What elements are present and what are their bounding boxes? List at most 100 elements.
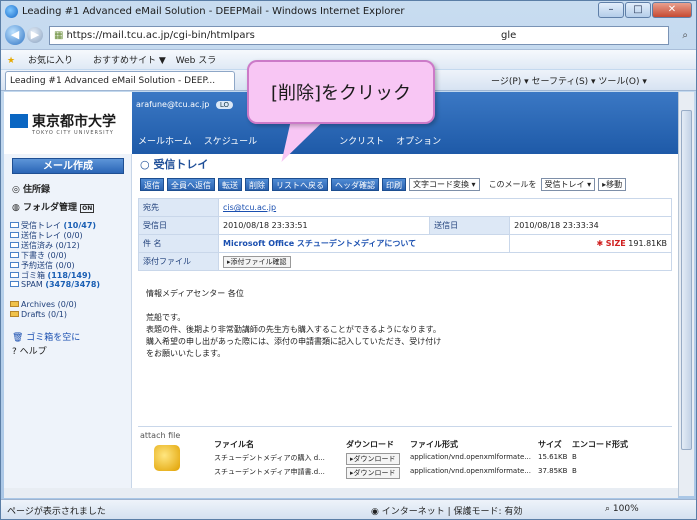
page-viewport: 東京都市大学 TOKYO CITY UNIVERSITY arafune@tcu… xyxy=(4,92,678,496)
reply-all-button[interactable]: 全員へ返信 xyxy=(167,178,215,191)
message-toolbar: 返信 全員へ返信 転送 削除 リストへ戻る ヘッダ確認 印刷 文字コード変換 ▾… xyxy=(140,178,629,191)
folder-manage-link[interactable]: ◍ フォルダ管理 ON xyxy=(12,200,95,213)
reply-button[interactable]: 返信 xyxy=(140,178,164,191)
size-value: 191.81KB xyxy=(628,239,667,248)
empty-trash-link[interactable]: 🗑 ゴミ箱を空に xyxy=(12,330,80,343)
view-attachments-button[interactable]: ▸添付ファイル確認 xyxy=(223,255,291,268)
received-label: 受信日 xyxy=(138,216,219,235)
sent-label: 送信日 xyxy=(429,216,511,235)
address-bar[interactable]: ▦ https://mail.tcu.ac.jp/cgi-bin/htmlpar… xyxy=(49,25,688,45)
menu-schedule[interactable]: スケジュール xyxy=(204,134,257,147)
attachment-row: スチューデントメディア申請書.d... ▸ダウンロード application/… xyxy=(214,467,632,479)
title-bar: Leading #1 Advanced eMail Solution - DEE… xyxy=(1,1,696,21)
recommended-sites[interactable]: おすすめサイト ▼ xyxy=(93,53,166,66)
url-text: https://mail.tcu.ac.jp/cgi-bin/htmlpars xyxy=(66,29,255,41)
compose-button[interactable]: メール作成 xyxy=(12,158,124,174)
sidebar: メール作成 ◎ 住所録 ◍ フォルダ管理 ON 受信トレイ (10/47) 送信… xyxy=(4,154,132,496)
subject-label: 件 名 xyxy=(138,234,219,253)
message-header-table: 宛先 cis@tcu.ac.jp 受信日 2010/08/18 23:33:51… xyxy=(138,198,672,271)
university-sub: TOKYO CITY UNIVERSITY xyxy=(32,130,114,136)
attachment-header-row: ファイル名 ダウンロード ファイル形式 サイズ エンコード形式 xyxy=(214,439,632,450)
received-value: 2010/08/18 23:33:51 xyxy=(217,216,431,235)
favorites-button[interactable]: ★ お気に入り xyxy=(7,53,83,66)
help-link[interactable]: ? ヘルプ xyxy=(12,344,47,357)
subject-value: Microsoft Office スチューデントメディアについて xyxy=(223,239,417,248)
size-icon: ✱ xyxy=(596,239,604,248)
window-title: Leading #1 Advanced eMail Solution - DEE… xyxy=(22,5,405,17)
download-button[interactable]: ▸ダウンロード xyxy=(346,453,400,465)
security-zone: ◉ インターネット | 保護モード: 有効 xyxy=(371,507,523,517)
attachment-type: application/vnd.openxmlformate... xyxy=(410,467,531,475)
zoom-level[interactable]: ⌕ 100% xyxy=(605,504,639,514)
delete-button[interactable]: 削除 xyxy=(245,178,269,191)
size-label: SIZE xyxy=(605,239,626,248)
col-encoding: エンコード形式 xyxy=(572,440,628,449)
back-to-list-button[interactable]: リストへ戻る xyxy=(272,178,328,191)
col-size: サイズ xyxy=(538,440,562,449)
browser-tab[interactable]: Leading #1 Advanced eMail Solution - DEE… xyxy=(5,70,235,90)
move-folder-select[interactable]: 受信トレイ ▾ xyxy=(540,178,596,191)
header-view-button[interactable]: ヘッダ確認 xyxy=(331,178,379,191)
attachment-name: スチューデントメディア申請書.d... xyxy=(214,468,325,476)
status-bar: ページが表示されました ◉ インターネット | 保護モード: 有効 ⌕ 100% xyxy=(1,499,696,519)
attachment-size: 15.61KB xyxy=(538,453,568,461)
status-text: ページが表示されました xyxy=(7,507,106,517)
horizontal-scrollbar[interactable] xyxy=(4,488,678,498)
folder-spam[interactable]: SPAM (3478/3478) xyxy=(10,280,100,289)
col-filename: ファイル名 xyxy=(214,440,254,449)
attachment-encoding: B xyxy=(572,453,577,461)
globe-icon: ◉ xyxy=(371,507,379,517)
to-label: 宛先 xyxy=(138,198,219,217)
attachment-box-icon xyxy=(154,445,180,471)
attachment-encoding: B xyxy=(572,467,577,475)
scroll-thumb[interactable] xyxy=(681,110,692,450)
menu-options[interactable]: オプション xyxy=(396,134,441,147)
attachment-type: application/vnd.openxmlformate... xyxy=(410,453,531,461)
col-filetype: ファイル形式 xyxy=(410,440,458,449)
close-button[interactable]: ✕ xyxy=(652,2,692,18)
charset-select[interactable]: 文字コード変換 ▾ xyxy=(409,178,480,191)
instruction-callout: [削除]をクリック xyxy=(247,60,435,124)
menu-mail-home[interactable]: メールホーム xyxy=(138,134,192,147)
attachment-name: スチューデントメディアの購入 d... xyxy=(214,454,325,462)
move-label: このメールを xyxy=(488,180,537,189)
attachment-row: スチューデントメディアの購入 d... ▸ダウンロード application/… xyxy=(214,453,632,465)
search-provider-text: gle xyxy=(501,29,517,41)
attachment-label: 添付ファイル xyxy=(138,252,219,271)
col-download: ダウンロード xyxy=(346,440,394,449)
page-title: ○ 受信トレイ xyxy=(140,158,209,171)
minimize-button[interactable]: – xyxy=(598,2,624,18)
maximize-button[interactable]: □ xyxy=(625,2,651,18)
university-logo-icon xyxy=(10,114,28,128)
command-bar[interactable]: ージ(P) ▾ セーフティ(S) ▾ ツール(O) ▾ xyxy=(491,74,647,87)
vertical-scrollbar[interactable] xyxy=(678,92,694,496)
ie-logo-icon xyxy=(5,4,18,18)
search-icon[interactable]: ⌕ xyxy=(682,30,688,41)
university-name: 東京都市大学 xyxy=(32,114,116,130)
back-button[interactable]: ◀ xyxy=(5,25,25,45)
move-button[interactable]: ▸移動 xyxy=(598,178,627,191)
browser-window: Leading #1 Advanced eMail Solution - DEE… xyxy=(0,0,697,520)
menu-link-list[interactable]: ンクリスト xyxy=(339,134,384,147)
download-button[interactable]: ▸ダウンロード xyxy=(346,467,400,479)
message-pane: ○ 受信トレイ 返信 全員へ返信 転送 削除 リストへ戻る ヘッダ確認 印刷 文… xyxy=(136,154,676,496)
site-icon: ▦ xyxy=(54,29,64,41)
folder-drafts-imap[interactable]: Drafts (0/1) xyxy=(10,310,67,319)
address-book-link[interactable]: ◎ 住所録 xyxy=(12,182,50,195)
user-email: arafune@tcu.ac.jp xyxy=(136,100,210,109)
web-slice-gallery[interactable]: Web スラ xyxy=(176,53,216,66)
attach-file-label: attach file xyxy=(140,431,181,440)
attachment-area: attach file ファイル名 ダウンロード ファイル形式 サイズ エンコー… xyxy=(138,426,672,490)
logout-button[interactable]: LO xyxy=(215,101,233,109)
sent-value: 2010/08/18 23:33:34 xyxy=(509,216,672,235)
to-address-link[interactable]: cis@tcu.ac.jp xyxy=(223,203,276,212)
folder-archives[interactable]: Archives (0/0) xyxy=(10,300,77,309)
user-info: arafune@tcu.ac.jp LO xyxy=(136,100,233,109)
forward-button[interactable]: ▶ xyxy=(27,27,43,43)
forward-mail-button[interactable]: 転送 xyxy=(218,178,242,191)
attachment-size: 37.85KB xyxy=(538,467,568,475)
star-icon: ★ xyxy=(7,56,16,66)
address-row: ◀ ▶ ▦ https://mail.tcu.ac.jp/cgi-bin/htm… xyxy=(5,24,694,46)
print-button[interactable]: 印刷 xyxy=(382,178,406,191)
message-body: 情報メディアセンター 各位 荒船です。 表題の件、後期より非常勤講師の先生方も購… xyxy=(146,289,442,358)
